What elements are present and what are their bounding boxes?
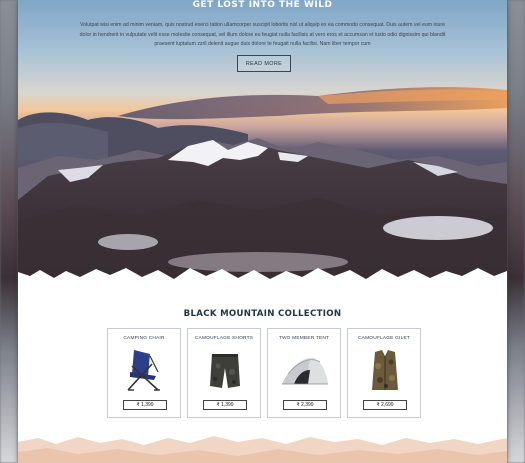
product-name: TWO MEMBER TENT xyxy=(278,336,330,341)
hero-section: GET LOST INTO THE WILD Volutpat wisi eni… xyxy=(18,0,507,290)
product-name: CAMOUFLAGE SHORTS xyxy=(194,336,254,341)
hero-paragraph: Volutpat wisi enim ad minim veniam, quis… xyxy=(79,22,446,48)
read-more-button[interactable]: READ MORE xyxy=(237,55,291,72)
price-button[interactable]: ₹ 1,399 xyxy=(123,400,167,410)
hero-title: GET LOST INTO THE WILD xyxy=(192,0,333,7)
price-button[interactable]: ₹ 2,699 xyxy=(363,400,407,410)
product-card-camouflage-shorts[interactable]: CAMOUFLAGE SHORTS ₹ 1,399 xyxy=(187,328,261,418)
background-left-edge xyxy=(0,0,18,463)
product-card-two-member-tent[interactable]: TWO MEMBER TENT ₹ 2,399 xyxy=(267,328,341,418)
camping-chair-icon xyxy=(127,350,160,391)
price-button[interactable]: ₹ 1,399 xyxy=(203,400,247,410)
price-button[interactable]: ₹ 2,399 xyxy=(283,400,327,410)
torn-sand-band xyxy=(18,436,507,463)
collection-title: BLACK MOUNTAIN COLLECTION xyxy=(183,309,342,320)
product-card-camping-chair[interactable]: CAMPING CHAIR ₹ 1,399 xyxy=(107,328,181,418)
gilet-icon xyxy=(372,350,398,390)
product-name: CAMOUFLAGE GILET xyxy=(358,336,410,341)
landing-page: GET LOST INTO THE WILD Volutpat wisi eni… xyxy=(18,0,507,463)
tent-icon xyxy=(282,357,328,385)
product-card-camouflage-gilet[interactable]: CAMOUFLAGE GILET ₹ 2,699 xyxy=(347,328,421,418)
background-right-edge xyxy=(507,0,525,463)
shorts-icon xyxy=(210,354,240,388)
product-name: CAMPING CHAIR xyxy=(123,336,165,341)
